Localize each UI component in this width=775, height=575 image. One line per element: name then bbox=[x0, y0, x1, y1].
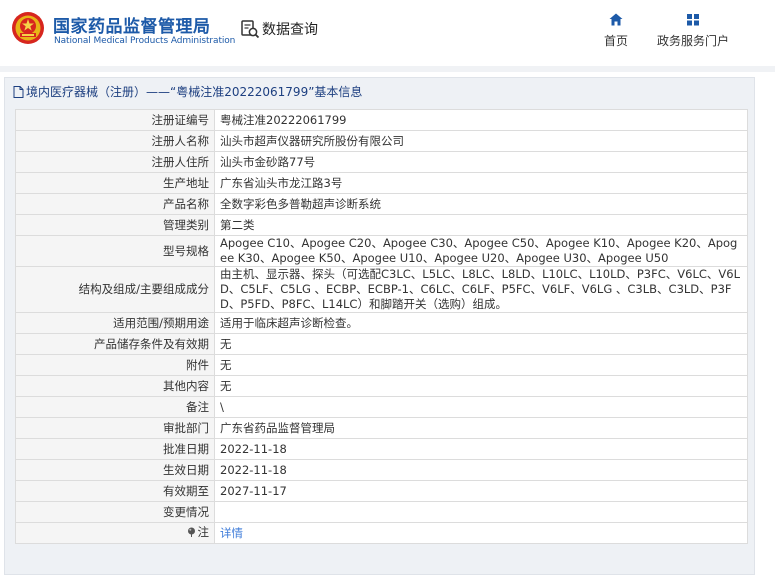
row-label: 批准日期 bbox=[15, 438, 215, 460]
row-value: 2022-11-18 bbox=[214, 459, 748, 481]
nav-service-portal[interactable]: 政务服务门户 bbox=[654, 13, 732, 49]
pin-icon bbox=[187, 527, 195, 538]
row-value: 汕头市超声仪器研究所股份有限公司 bbox=[214, 130, 748, 152]
row-value: 广东省药品监督管理局 bbox=[214, 417, 748, 439]
row-label: 注册人名称 bbox=[15, 130, 215, 152]
data-query-link[interactable]: 数据查询 bbox=[240, 18, 318, 40]
national-emblem-icon bbox=[12, 12, 44, 44]
table-row: 注册人名称 汕头市超声仪器研究所股份有限公司 bbox=[15, 130, 748, 152]
table-row: 生效日期 2022-11-18 bbox=[15, 459, 748, 481]
info-table: 注册证编号 粤械注准20222061799 注册人名称 汕头市超声仪器研究所股份… bbox=[15, 109, 748, 544]
row-value: 无 bbox=[214, 354, 748, 376]
row-value-note: 详情 bbox=[214, 522, 748, 544]
row-value: 2027-11-17 bbox=[214, 480, 748, 502]
table-row: 有效期至 2027-11-17 bbox=[15, 480, 748, 502]
note-label-text: 注 bbox=[197, 524, 210, 539]
table-row: 变更情况 bbox=[15, 501, 748, 523]
table-row: 批准日期 2022-11-18 bbox=[15, 438, 748, 460]
row-value: 第二类 bbox=[214, 214, 748, 236]
table-row: 备注 \ bbox=[15, 396, 748, 418]
brand-subtitle: National Medical Products Administration bbox=[54, 36, 236, 46]
service-icon bbox=[687, 14, 699, 26]
row-value: 全数字彩色多普勒超声诊断系统 bbox=[214, 193, 748, 215]
row-label: 适用范围/预期用途 bbox=[15, 312, 215, 334]
row-label: 型号规格 bbox=[15, 235, 215, 267]
panel-title-text: 境内医疗器械（注册）——“粤械注准20222061799”基本信息 bbox=[26, 85, 363, 99]
row-label: 注册人住所 bbox=[15, 151, 215, 173]
table-row: 生产地址 广东省汕头市龙江路3号 bbox=[15, 172, 748, 194]
table-row: 结构及组成/主要组成成分 由主机、显示器、探头（可选配C3LC、L5LC、L8L… bbox=[15, 266, 748, 313]
site-header: 国家药品监督管理局 National Medical Products Admi… bbox=[0, 0, 775, 62]
row-value: 由主机、显示器、探头（可选配C3LC、L5LC、L8LC、L8LD、L10LC、… bbox=[214, 266, 748, 313]
row-label: 备注 bbox=[15, 396, 215, 418]
row-label: 产品储存条件及有效期 bbox=[15, 333, 215, 355]
table-row: 注 详情 bbox=[15, 522, 748, 544]
row-label: 有效期至 bbox=[15, 480, 215, 502]
row-value: 2022-11-18 bbox=[214, 438, 748, 460]
row-value: Apogee C10、Apogee C20、Apogee C30、Apogee … bbox=[214, 235, 748, 267]
row-value: 适用于临床超声诊断检查。 bbox=[214, 312, 748, 334]
row-value: 粤械注准20222061799 bbox=[214, 109, 748, 131]
panel-title: 境内医疗器械（注册）——“粤械注准20222061799”基本信息 bbox=[13, 83, 362, 100]
table-row: 注册证编号 粤械注准20222061799 bbox=[15, 109, 748, 131]
nav-home-label: 首页 bbox=[603, 34, 628, 48]
header-divider bbox=[0, 66, 775, 72]
document-search-icon bbox=[241, 20, 260, 39]
row-label: 管理类别 bbox=[15, 214, 215, 236]
detail-panel: 境内医疗器械（注册）——“粤械注准20222061799”基本信息 注册证编号 … bbox=[4, 77, 755, 575]
row-label: 生产地址 bbox=[15, 172, 215, 194]
table-row: 注册人住所 汕头市金砂路77号 bbox=[15, 151, 748, 173]
table-row: 管理类别 第二类 bbox=[15, 214, 748, 236]
table-row: 适用范围/预期用途 适用于临床超声诊断检查。 bbox=[15, 312, 748, 334]
document-icon bbox=[13, 85, 24, 98]
table-row: 产品名称 全数字彩色多普勒超声诊断系统 bbox=[15, 193, 748, 215]
nav-home[interactable]: 首页 bbox=[601, 13, 631, 49]
row-value: \ bbox=[214, 396, 748, 418]
home-icon bbox=[609, 13, 623, 26]
row-label-note: 注 bbox=[15, 522, 215, 544]
row-label: 其他内容 bbox=[15, 375, 215, 397]
table-row: 产品储存条件及有效期 无 bbox=[15, 333, 748, 355]
nav-service-label: 政务服务门户 bbox=[656, 34, 729, 48]
row-value: 无 bbox=[214, 375, 748, 397]
details-link[interactable]: 详情 bbox=[220, 526, 243, 540]
row-label: 结构及组成/主要组成成分 bbox=[15, 266, 215, 313]
row-label: 产品名称 bbox=[15, 193, 215, 215]
table-row: 审批部门 广东省药品监督管理局 bbox=[15, 417, 748, 439]
table-row: 其他内容 无 bbox=[15, 375, 748, 397]
note-label: 注 bbox=[187, 524, 210, 540]
row-label: 附件 bbox=[15, 354, 215, 376]
row-value bbox=[214, 501, 748, 523]
table-row: 型号规格 Apogee C10、Apogee C20、Apogee C30、Ap… bbox=[15, 235, 748, 267]
row-label: 审批部门 bbox=[15, 417, 215, 439]
row-value: 汕头市金砂路77号 bbox=[214, 151, 748, 173]
row-value: 无 bbox=[214, 333, 748, 355]
row-label: 变更情况 bbox=[15, 501, 215, 523]
brand-title: 国家药品监督管理局 bbox=[53, 17, 211, 37]
table-row: 附件 无 bbox=[15, 354, 748, 376]
data-query-label: 数据查询 bbox=[262, 22, 318, 38]
row-value: 广东省汕头市龙江路3号 bbox=[214, 172, 748, 194]
row-label: 生效日期 bbox=[15, 459, 215, 481]
row-label: 注册证编号 bbox=[15, 109, 215, 131]
